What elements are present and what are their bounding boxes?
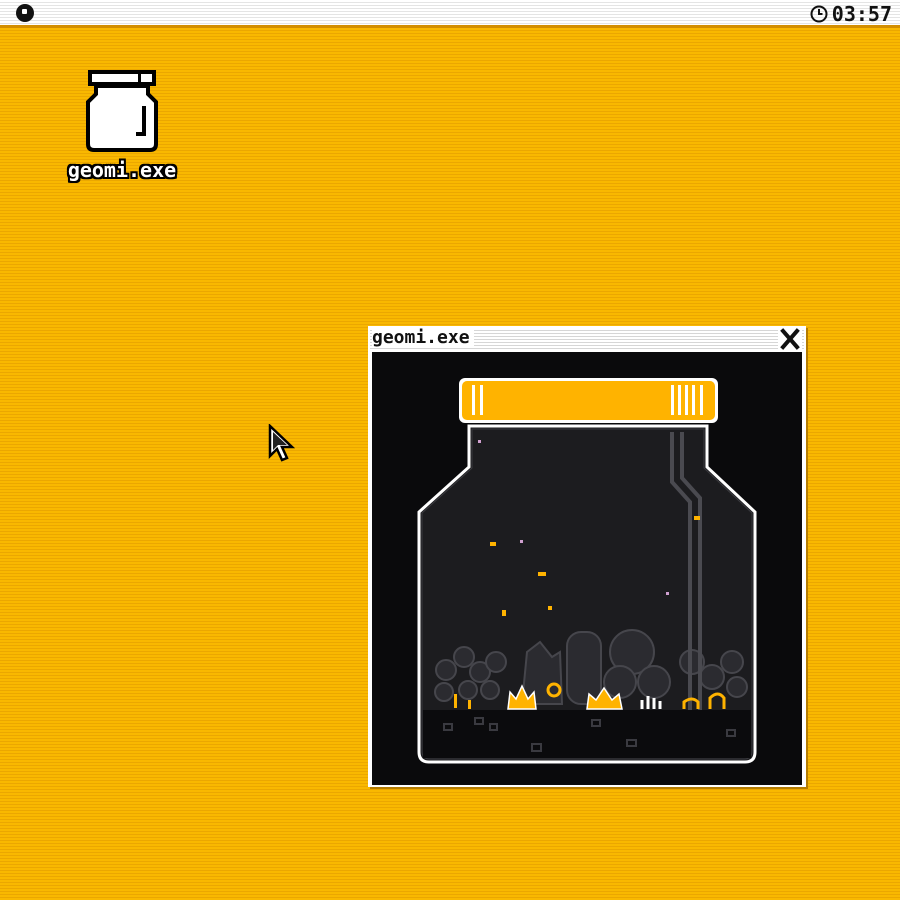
mouse-pointer-icon	[268, 424, 296, 462]
window-content[interactable]	[372, 352, 802, 785]
menu-bar: 03:57	[0, 0, 900, 28]
system-menu-icon[interactable]	[16, 4, 34, 22]
window-title: geomi.exe	[372, 328, 474, 348]
desktop-icon-geomi[interactable]: geomi.exe	[60, 70, 184, 190]
soil	[423, 710, 751, 758]
clock-icon	[810, 5, 828, 23]
app-window[interactable]: geomi.exe	[368, 326, 806, 787]
terrarium-scene	[417, 378, 757, 764]
close-button[interactable]	[778, 328, 802, 350]
close-icon	[780, 328, 800, 350]
window-titlebar[interactable]: geomi.exe	[370, 328, 804, 350]
desktop-icon-label: geomi.exe	[67, 158, 177, 182]
clock-time: 03:57	[831, 2, 892, 26]
jar-lid	[459, 378, 718, 423]
jar-icon	[86, 70, 158, 152]
clock: 03:57	[810, 2, 892, 26]
